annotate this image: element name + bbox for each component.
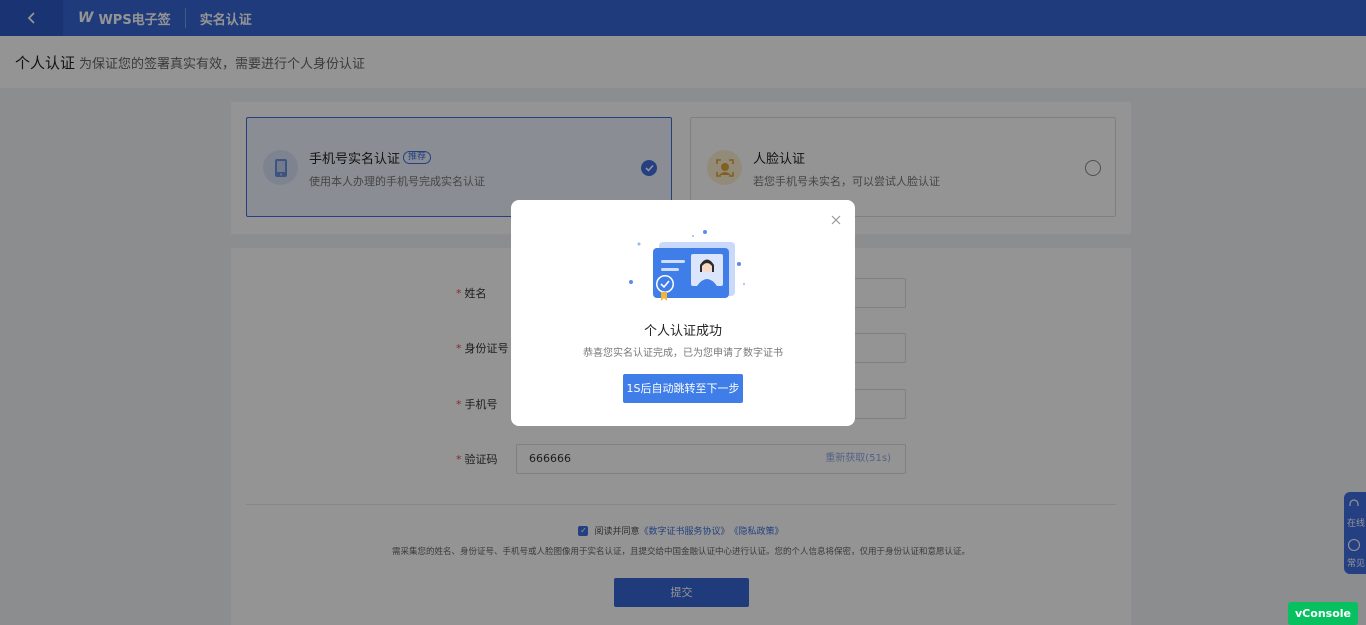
modal-description: 恭喜您实名认证完成，已为您申请了数字证书 xyxy=(583,348,783,359)
success-modal: 个人认证成功 恭喜您实名认证完成，已为您申请了数字证书 1S后自动跳转至下一步 xyxy=(511,200,855,426)
close-icon[interactable] xyxy=(831,214,841,228)
auto-redirect-button[interactable]: 1S后自动跳转至下一步 xyxy=(623,374,743,403)
vconsole-button[interactable]: vConsole xyxy=(1288,602,1358,625)
id-card-certificate-illustration xyxy=(619,224,747,306)
modal-title: 个人认证成功 xyxy=(643,324,722,339)
